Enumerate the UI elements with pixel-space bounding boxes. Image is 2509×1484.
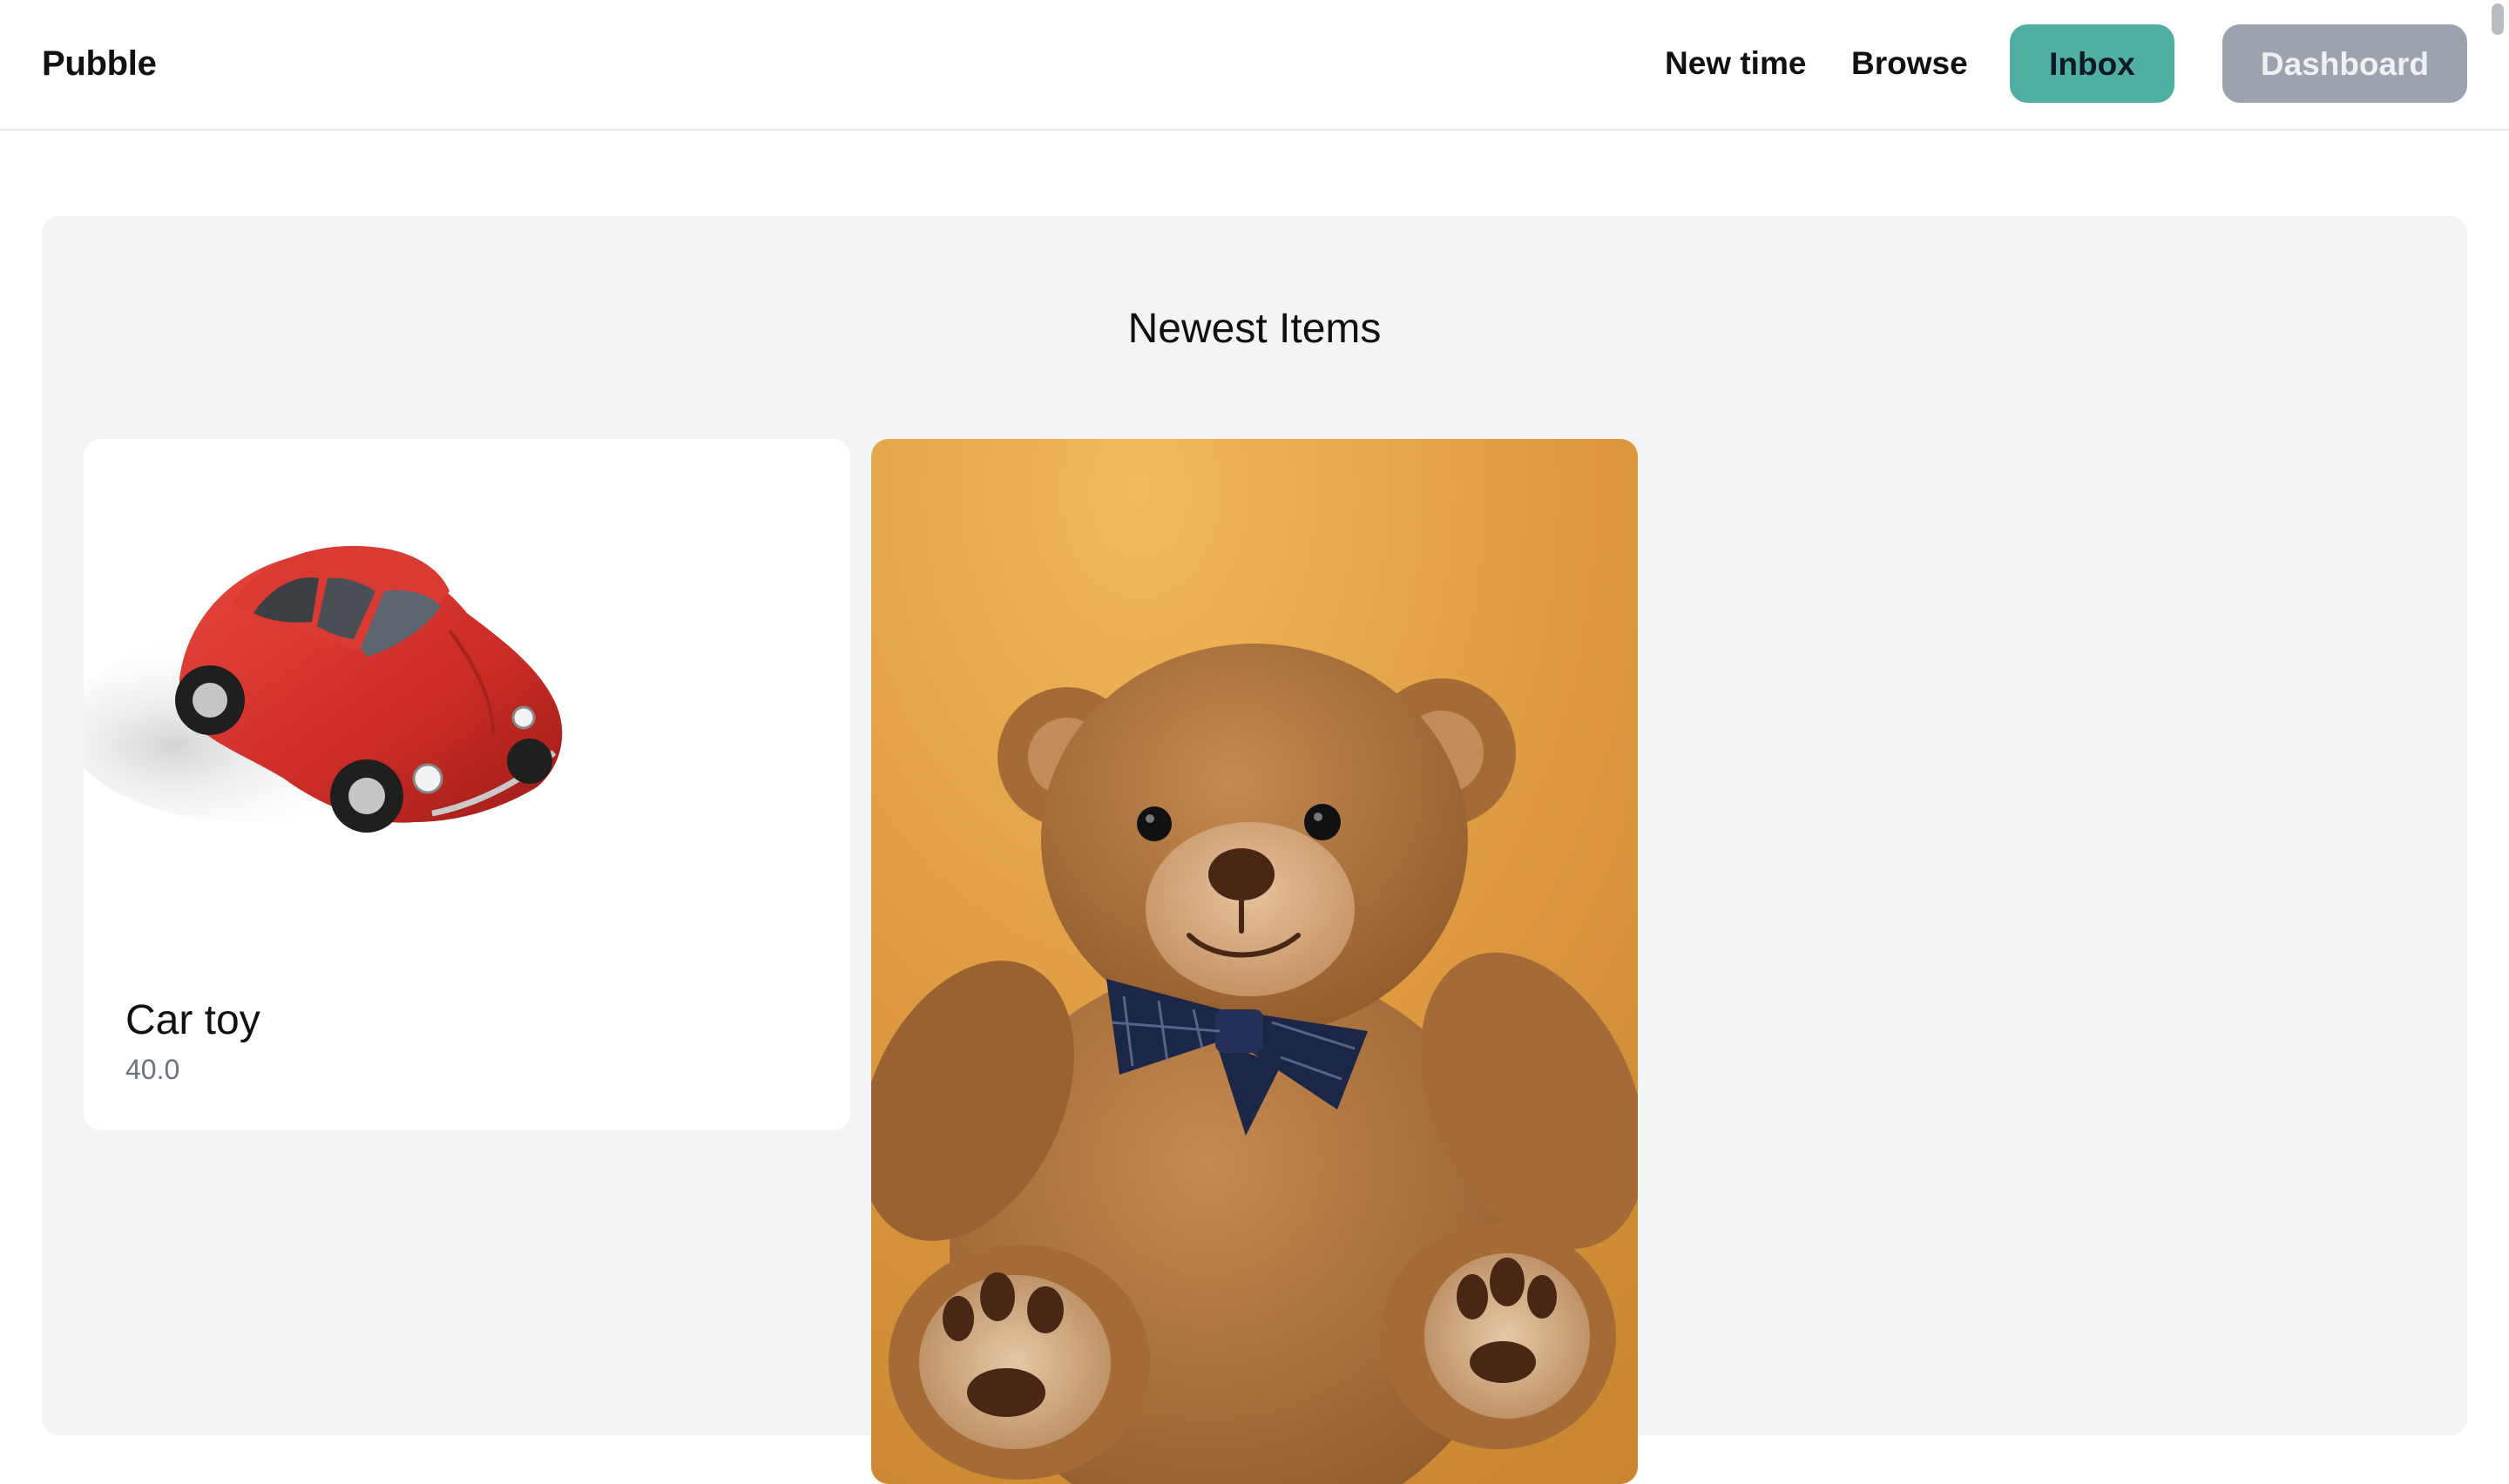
item-card-car-toy[interactable]: Car toy 40.0: [84, 439, 850, 1130]
car-toy-image[interactable]: [84, 439, 850, 961]
new-item-link[interactable]: New time: [1665, 42, 1806, 85]
teddy-bear-image[interactable]: [871, 439, 1638, 1484]
inbox-button[interactable]: Inbox: [2010, 24, 2174, 103]
browse-link[interactable]: Browse: [1851, 42, 1968, 85]
top-navbar: Pubble New time Browse Inbox Dashboard: [0, 0, 2509, 131]
red-toy-car-illustration: [84, 545, 563, 833]
teddy-bear-illustration: [871, 439, 1638, 1484]
item-price: 40.0: [125, 1054, 180, 1085]
dashboard-button[interactable]: Dashboard: [2222, 24, 2467, 103]
scrollbar-thumb[interactable]: [2492, 3, 2504, 35]
newest-items-section: Newest Items Car toy 40.0: [42, 216, 2467, 1484]
item-card-teddy-bear[interactable]: [871, 439, 1638, 1484]
section-title: Newest Items: [1127, 306, 1382, 352]
brand-logo[interactable]: Pubble: [42, 42, 157, 85]
item-name: Car toy: [125, 997, 260, 1043]
